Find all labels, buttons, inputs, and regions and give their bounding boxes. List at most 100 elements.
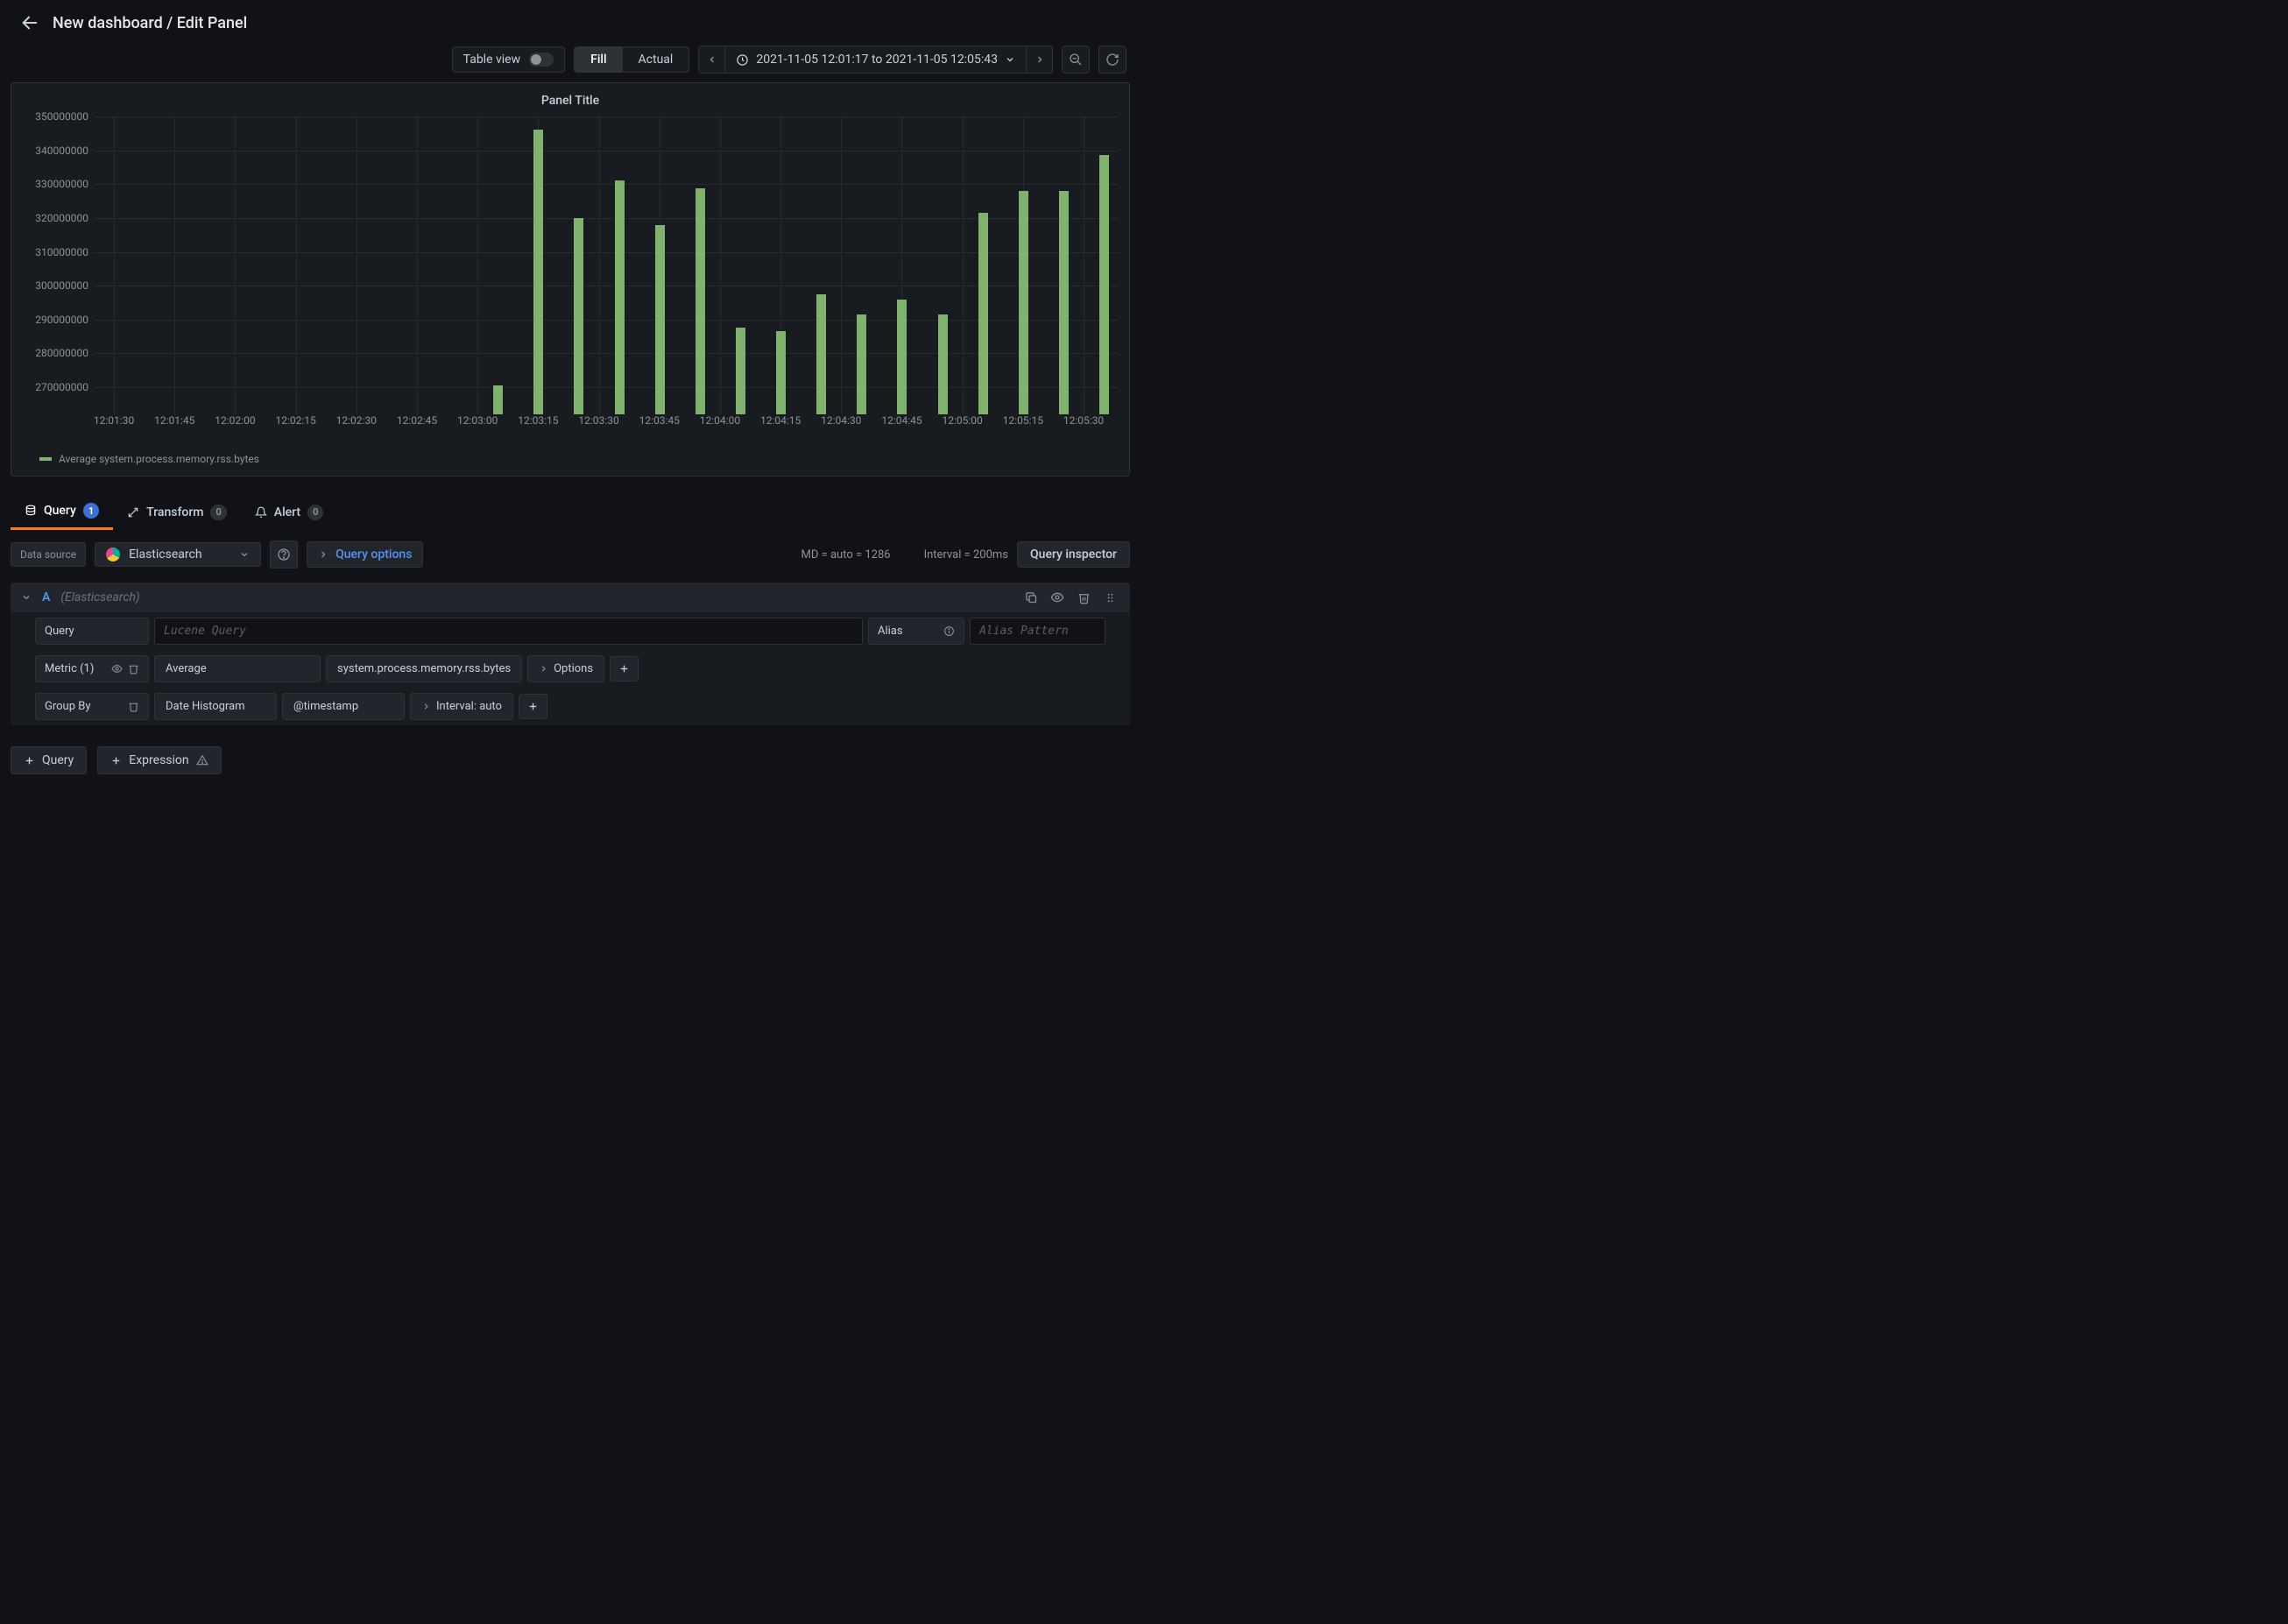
time-range-prev-button[interactable] <box>699 46 725 73</box>
fill-button[interactable]: Fill <box>575 47 622 72</box>
plus-icon <box>527 701 539 712</box>
group-by-field-label: Group By <box>35 693 149 720</box>
metric-field-select[interactable]: system.process.memory.rss.bytes <box>326 655 522 682</box>
fill-actual-segment: Fill Actual <box>574 46 689 73</box>
trash-icon[interactable] <box>128 663 139 674</box>
elasticsearch-logo-icon <box>106 547 120 561</box>
query-options-label: Query options <box>335 547 412 561</box>
x-axis-tick: 12:04:30 <box>821 414 861 427</box>
x-axis-tick: 12:03:30 <box>578 414 618 427</box>
x-axis-tick: 12:02:00 <box>215 414 255 427</box>
table-view-label: Table view <box>463 53 521 67</box>
tab-transform-badge: 0 <box>210 505 226 520</box>
tab-transform[interactable]: Transform 0 <box>113 494 241 530</box>
chart-bar[interactable] <box>776 331 786 414</box>
chart-bar[interactable] <box>655 225 665 414</box>
delete-query-button[interactable] <box>1074 588 1093 607</box>
chart-bar[interactable] <box>857 314 866 414</box>
x-axis-tick: 12:01:30 <box>94 414 134 427</box>
eye-icon <box>1050 590 1064 604</box>
add-metric-button[interactable] <box>610 656 639 681</box>
y-axis-tick: 280000000 <box>35 347 88 359</box>
x-axis-tick: 12:05:15 <box>1003 414 1043 427</box>
x-axis-tick: 12:03:45 <box>639 414 680 427</box>
y-axis-tick: 290000000 <box>35 314 88 326</box>
plus-icon <box>24 755 35 766</box>
chart-bar[interactable] <box>493 385 503 414</box>
query-inspector-button[interactable]: Query inspector <box>1017 541 1130 568</box>
chart-area[interactable]: 2700000002800000002900000003000000003100… <box>22 117 1119 449</box>
chart-bar[interactable] <box>696 188 705 414</box>
metric-field-label: Metric (1) <box>35 655 149 682</box>
y-axis-tick: 320000000 <box>35 212 88 224</box>
chart-bar[interactable] <box>615 180 625 414</box>
chart-bar[interactable] <box>1019 191 1028 414</box>
add-group-by-button[interactable] <box>519 694 547 719</box>
group-by-interval-button[interactable]: Interval: auto <box>410 693 513 720</box>
eye-icon[interactable] <box>111 663 123 674</box>
datasource-selected: Elasticsearch <box>129 547 201 561</box>
datasource-help-button[interactable] <box>270 540 298 568</box>
chevron-down-icon <box>239 549 250 560</box>
chart-bar[interactable] <box>574 218 583 414</box>
query-options-button[interactable]: Query options <box>307 541 423 568</box>
copy-icon <box>1025 591 1038 604</box>
chevron-right-icon <box>421 702 431 711</box>
x-axis-tick: 12:04:45 <box>881 414 922 427</box>
table-view-toggle[interactable] <box>529 53 554 67</box>
zoom-out-icon <box>1069 53 1083 67</box>
chart-bar[interactable] <box>938 314 948 414</box>
transform-icon <box>127 506 139 519</box>
add-query-button[interactable]: Query <box>11 746 87 774</box>
group-by-type-select[interactable]: Date Histogram <box>154 693 277 720</box>
y-axis-tick: 340000000 <box>35 145 88 157</box>
y-axis-tick: 310000000 <box>35 246 88 258</box>
toggle-query-visibility-button[interactable] <box>1048 588 1067 607</box>
chart-bar[interactable] <box>1099 155 1109 414</box>
time-range-picker: 2021-11-05 12:01:17 to 2021-11-05 12:05:… <box>698 46 1053 74</box>
lucene-query-input[interactable] <box>154 618 863 645</box>
chart-bar[interactable] <box>1059 191 1069 414</box>
chart-bar[interactable] <box>736 328 745 414</box>
chevron-right-icon <box>318 549 328 560</box>
x-axis-tick: 12:04:15 <box>760 414 801 427</box>
x-axis-tick: 12:02:15 <box>275 414 315 427</box>
chevron-right-icon <box>539 664 548 674</box>
query-options-interval: Interval = 200ms <box>924 548 1008 561</box>
chart-bar[interactable] <box>897 300 907 414</box>
duplicate-query-button[interactable] <box>1021 588 1041 607</box>
legend-label: Average system.process.memory.rss.bytes <box>59 453 259 465</box>
metric-options-button[interactable]: Options <box>527 655 604 682</box>
tab-query[interactable]: Query 1 <box>11 494 113 530</box>
drag-query-handle[interactable] <box>1100 588 1119 607</box>
group-by-field-select[interactable]: @timestamp <box>282 693 405 720</box>
time-range-next-button[interactable] <box>1026 46 1052 73</box>
time-range-button[interactable]: 2021-11-05 12:01:17 to 2021-11-05 12:05:… <box>725 46 1026 73</box>
query-editor-header[interactable]: A (Elasticsearch) <box>11 583 1130 612</box>
chevron-down-icon <box>21 592 32 603</box>
add-expression-button[interactable]: Expression <box>97 746 221 774</box>
back-button[interactable] <box>18 11 42 35</box>
tab-alert[interactable]: Alert 0 <box>241 494 338 530</box>
trash-icon[interactable] <box>128 701 139 712</box>
refresh-button[interactable] <box>1098 46 1126 74</box>
zoom-out-button[interactable] <box>1062 46 1090 74</box>
table-view-toggle-wrap: Table view <box>452 46 566 73</box>
chart-legend[interactable]: Average system.process.memory.rss.bytes <box>22 449 1119 465</box>
actual-button[interactable]: Actual <box>623 47 689 72</box>
add-query-label: Query <box>42 753 74 767</box>
page-title: New dashboard / Edit Panel <box>53 14 247 32</box>
panel-title: Panel Title <box>22 90 1119 117</box>
metric-aggregation-select[interactable]: Average <box>154 655 321 682</box>
chart-bar[interactable] <box>533 130 543 414</box>
alias-field-label: Alias <box>868 618 964 645</box>
panel-container: Panel Title 2700000002800000002900000003… <box>11 82 1130 477</box>
warning-icon <box>196 754 208 766</box>
add-expression-label: Expression <box>129 753 188 767</box>
chart-bar[interactable] <box>816 294 826 414</box>
chart-bar[interactable] <box>978 213 988 414</box>
y-axis-tick: 350000000 <box>35 110 88 123</box>
datasource-select[interactable]: Elasticsearch <box>95 542 261 567</box>
alias-pattern-input[interactable] <box>970 618 1105 645</box>
datasource-label: Data source <box>11 542 86 567</box>
